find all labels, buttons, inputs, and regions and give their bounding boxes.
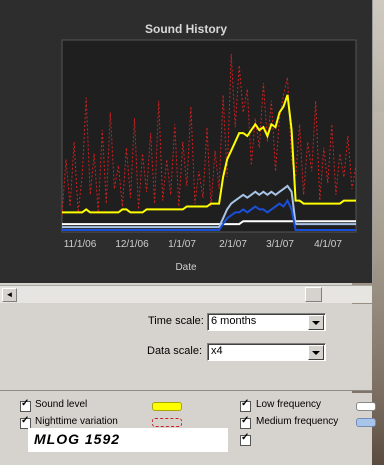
sound-history-chart: 11/1/06 12/1/06 1/1/07 2/1/07 3/1/07 4/1/07 xyxy=(61,39,357,250)
horizontal-scrollbar[interactable]: ◄ xyxy=(0,285,372,303)
x-tick-label: 3/1/07 xyxy=(266,239,294,250)
low-frequency-checkbox[interactable] xyxy=(240,398,251,412)
scroll-thumb[interactable] xyxy=(305,287,322,302)
x-tick-label: 11/1/06 xyxy=(64,239,97,250)
medium-frequency-checkbox[interactable] xyxy=(240,415,251,429)
medium-frequency-label: Medium frequency xyxy=(256,416,339,427)
watermark-label: MLOG 1592 xyxy=(34,431,121,447)
chevron-down-icon[interactable] xyxy=(308,345,324,360)
low-frequency-label: Low frequency xyxy=(256,399,322,410)
data-scale-select[interactable]: x4 xyxy=(207,343,326,361)
x-tick-label: 12/1/06 xyxy=(115,239,149,250)
nighttime-variation-label: Nighttime variation xyxy=(35,416,118,427)
third-frequency-checkbox[interactable] xyxy=(240,432,251,446)
controls-panel: Time scale: 6 months Data scale: x4 xyxy=(0,304,372,390)
time-scale-select[interactable]: 6 months xyxy=(207,313,326,331)
nighttime-variation-swatch xyxy=(152,418,182,427)
x-tick-label: 4/1/07 xyxy=(314,239,342,250)
time-scale-value: 6 months xyxy=(211,315,257,327)
medium-frequency-swatch xyxy=(356,418,376,427)
sound-level-checkbox[interactable] xyxy=(20,398,31,412)
data-scale-value: x4 xyxy=(211,345,223,357)
chart-panel: Sound History 11/1/06 12/1/06 1/1/07 2/1/07… xyxy=(0,0,373,283)
x-tick-label: 1/1/07 xyxy=(168,239,196,250)
sound-history-window: Sound History 11/1/06 12/1/06 1/1/07 2/1/07… xyxy=(0,0,384,465)
data-scale-label: Data scale: xyxy=(147,345,203,357)
sound-level-label: Sound level xyxy=(35,399,88,410)
x-axis-label: Date xyxy=(175,262,197,273)
time-scale-label: Time scale: xyxy=(148,315,204,327)
x-tick-label: 2/1/07 xyxy=(219,239,247,250)
low-frequency-swatch xyxy=(356,402,376,411)
chevron-down-icon[interactable] xyxy=(308,315,324,330)
scroll-left-arrow-icon[interactable]: ◄ xyxy=(2,288,17,302)
sound-level-swatch xyxy=(152,402,182,411)
